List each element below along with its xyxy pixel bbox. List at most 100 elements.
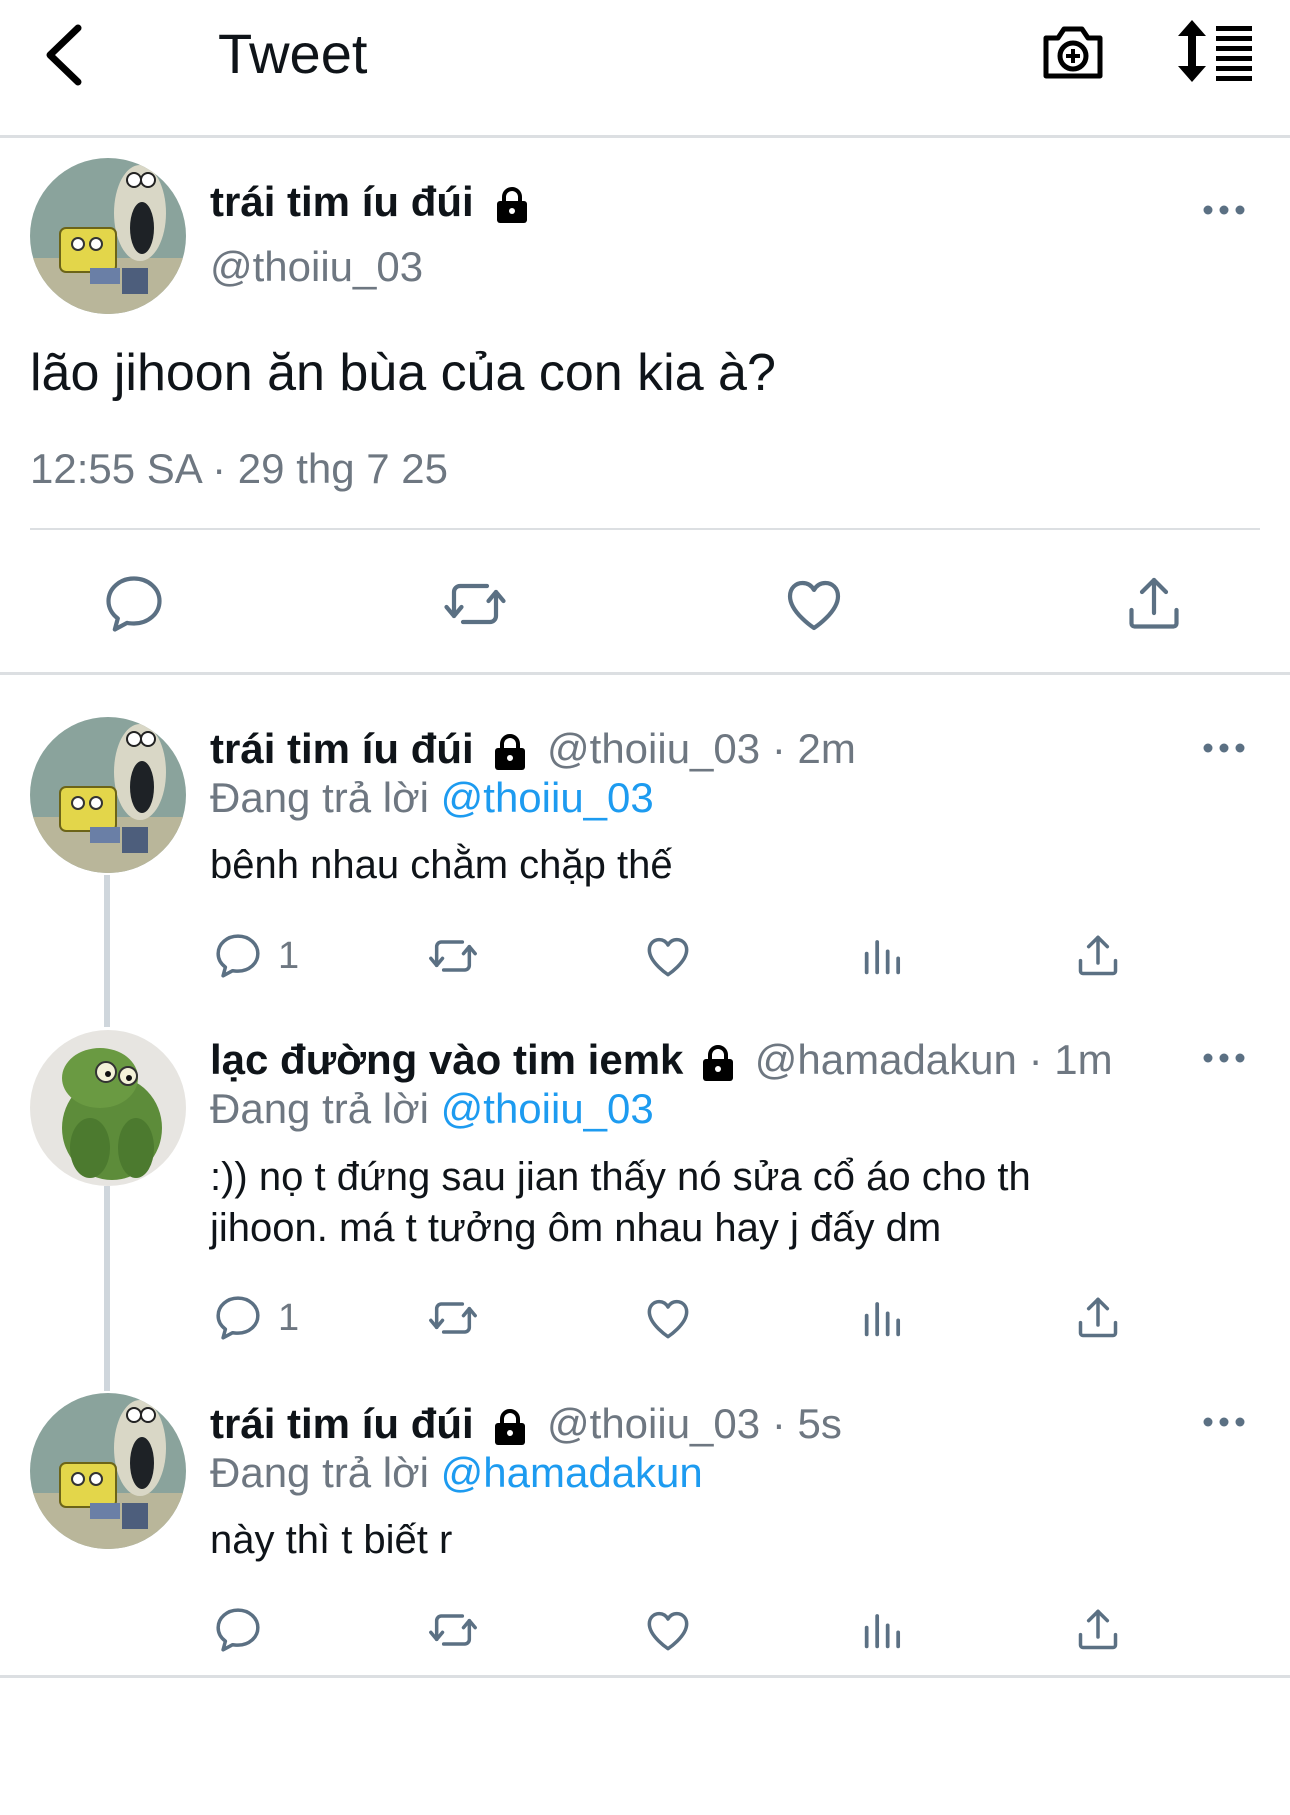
more-dots-icon bbox=[1203, 743, 1245, 753]
retweet-icon bbox=[429, 940, 477, 972]
top-bar: Tweet bbox=[0, 0, 1290, 138]
retweet-button[interactable] bbox=[425, 1598, 481, 1662]
reply-text: :)) nọ t đứng sau jian thấy nó sửa cổ áo… bbox=[210, 1155, 1031, 1250]
reply-header: lạc đường vào tim iemk @hamadakun · 1m bbox=[210, 1033, 1113, 1087]
tweet-detail-screen: Tweet trái tim íu đúi @thoiiu_03 lão jih… bbox=[0, 0, 1290, 1815]
author-name[interactable]: lạc đường vào tim iemk bbox=[210, 1036, 683, 1083]
lock-icon bbox=[493, 1408, 527, 1446]
replying-prefix: Đang trả lời bbox=[210, 1085, 429, 1132]
analytics-button[interactable] bbox=[855, 924, 911, 988]
reply-actions bbox=[0, 1598, 1290, 1670]
lock-icon bbox=[495, 186, 529, 224]
sort-list-icon bbox=[1178, 20, 1252, 82]
author-name[interactable]: trái tim íu đúi bbox=[210, 175, 529, 229]
divider bbox=[30, 528, 1260, 530]
replying-prefix: Đang trả lời bbox=[210, 774, 429, 821]
retweet-button[interactable] bbox=[439, 568, 511, 640]
sort-replies-button[interactable] bbox=[1178, 20, 1256, 82]
analytics-button[interactable] bbox=[855, 1286, 911, 1350]
tweet-actions bbox=[0, 560, 1290, 650]
avatar[interactable] bbox=[30, 158, 186, 314]
replying-to: Đang trả lời @thoiiu_03 bbox=[210, 771, 654, 825]
divider bbox=[0, 1675, 1290, 1678]
reply-actions: 1 bbox=[0, 924, 1290, 996]
cartoon-sponge-avatar bbox=[30, 158, 186, 314]
separator-dot: · bbox=[771, 725, 786, 772]
reply-time: 2m bbox=[797, 725, 856, 772]
share-upload-icon bbox=[1129, 577, 1179, 629]
heart-icon bbox=[647, 937, 689, 977]
share-button[interactable] bbox=[1118, 568, 1190, 640]
author-handle[interactable]: @thoiiu_03 bbox=[547, 725, 760, 772]
reply-button[interactable]: 1 bbox=[210, 1286, 299, 1350]
like-button[interactable] bbox=[640, 924, 696, 988]
heart-icon bbox=[647, 1611, 689, 1651]
like-button[interactable] bbox=[778, 568, 850, 640]
retweet-button[interactable] bbox=[425, 1286, 481, 1350]
reply-header: trái tim íu đúi @thoiiu_03 · 5s bbox=[210, 1397, 842, 1451]
avatar[interactable] bbox=[30, 1393, 186, 1549]
avatar[interactable] bbox=[30, 717, 186, 873]
analytics-button[interactable] bbox=[855, 1598, 911, 1662]
more-options-button[interactable] bbox=[1200, 1402, 1248, 1442]
more-dots-icon bbox=[1203, 205, 1245, 215]
retweet-button[interactable] bbox=[425, 924, 481, 988]
reply-count: 1 bbox=[278, 934, 300, 977]
tweet-timestamp: 12:55 SA · 29 thg 7 25 bbox=[30, 445, 448, 492]
analytics-bars-icon bbox=[864, 1302, 901, 1337]
reply-text: bênh nhau chằm chặp thế bbox=[210, 843, 673, 887]
reply-bubble-icon bbox=[216, 934, 260, 978]
more-options-button[interactable] bbox=[1200, 1038, 1248, 1078]
reply-bubble-icon bbox=[216, 1608, 260, 1652]
heart-icon bbox=[787, 580, 841, 631]
more-dots-icon bbox=[1203, 1053, 1245, 1063]
reply-text: này thì t biết r bbox=[210, 1518, 453, 1562]
share-upload-icon bbox=[1078, 1297, 1118, 1338]
mention-link[interactable]: @hamadakun bbox=[441, 1449, 703, 1496]
analytics-bars-icon bbox=[864, 1614, 901, 1649]
analytics-bars-icon bbox=[864, 940, 901, 975]
mention-link[interactable]: @thoiiu_03 bbox=[441, 774, 654, 821]
separator-dot: · bbox=[1028, 1036, 1043, 1083]
reply-time: 1m bbox=[1054, 1036, 1113, 1083]
camera-button[interactable] bbox=[1040, 18, 1106, 84]
camera-plus-icon bbox=[1043, 26, 1103, 79]
share-button[interactable] bbox=[1070, 1286, 1126, 1350]
lock-icon bbox=[493, 733, 527, 771]
retweet-icon bbox=[444, 583, 506, 625]
replying-to: Đang trả lời @thoiiu_03 bbox=[210, 1082, 654, 1136]
more-options-button[interactable] bbox=[1200, 728, 1248, 768]
reply-count: 1 bbox=[278, 1296, 300, 1339]
heart-icon bbox=[647, 1299, 689, 1339]
reply-actions: 1 bbox=[0, 1286, 1290, 1358]
like-button[interactable] bbox=[640, 1598, 696, 1662]
replying-prefix: Đang trả lời bbox=[210, 1449, 429, 1496]
reply-bubble-icon bbox=[216, 1296, 260, 1340]
author-handle[interactable]: @hamadakun bbox=[755, 1036, 1017, 1083]
author-name[interactable]: trái tim íu đúi bbox=[210, 725, 474, 772]
reply-button[interactable] bbox=[210, 1598, 278, 1662]
reply-header: trái tim íu đúi @thoiiu_03 · 2m bbox=[210, 722, 856, 776]
chevron-left-icon bbox=[46, 24, 82, 86]
back-button[interactable] bbox=[40, 20, 90, 90]
cartoon-sponge-avatar bbox=[30, 717, 186, 873]
share-button[interactable] bbox=[1070, 1598, 1126, 1662]
retweet-icon bbox=[429, 1302, 477, 1334]
mention-link[interactable]: @thoiiu_03 bbox=[441, 1085, 654, 1132]
divider bbox=[0, 672, 1290, 675]
lock-icon bbox=[701, 1044, 735, 1082]
separator-dot: · bbox=[771, 1400, 786, 1447]
reply-button[interactable]: 1 bbox=[210, 924, 299, 988]
avatar[interactable] bbox=[30, 1030, 186, 1186]
like-button[interactable] bbox=[640, 1286, 696, 1350]
green-plush-avatar bbox=[30, 1030, 186, 1186]
reply-time: 5s bbox=[797, 1400, 842, 1447]
author-handle[interactable]: @thoiiu_03 bbox=[210, 240, 423, 294]
author-handle[interactable]: @thoiiu_03 bbox=[547, 1400, 760, 1447]
reply-button[interactable] bbox=[98, 568, 170, 640]
author-name[interactable]: trái tim íu đúi bbox=[210, 1400, 474, 1447]
share-button[interactable] bbox=[1070, 924, 1126, 988]
more-options-button[interactable] bbox=[1200, 190, 1248, 230]
cartoon-sponge-avatar bbox=[30, 1393, 186, 1549]
share-upload-icon bbox=[1078, 935, 1118, 976]
